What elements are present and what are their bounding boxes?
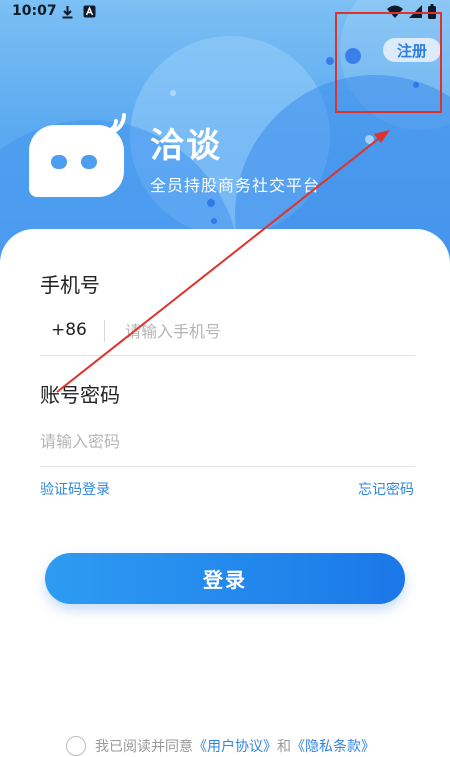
download-icon xyxy=(62,6,73,19)
app-name: 洽谈 xyxy=(150,126,222,166)
logo-eye xyxy=(81,155,97,169)
decor-dot xyxy=(365,135,374,144)
divider xyxy=(104,320,105,342)
country-code-selector[interactable]: +86 xyxy=(51,320,87,340)
phone-underline xyxy=(40,355,415,356)
status-time: 10:07 xyxy=(12,3,57,19)
password-input[interactable] xyxy=(40,428,410,454)
annotation-highlight-box xyxy=(335,12,442,113)
agree-checkbox[interactable] xyxy=(66,736,86,756)
app-slogan: 全员持股商务社交平台 xyxy=(150,176,321,195)
password-underline xyxy=(40,466,415,467)
login-button[interactable]: 登录 xyxy=(45,553,405,604)
decor-dot xyxy=(326,57,334,65)
decor-dot xyxy=(211,218,217,224)
agreement-and: 和 xyxy=(277,739,291,755)
sms-login-link[interactable]: 验证码登录 xyxy=(40,479,110,499)
agreement-row: 我已阅读并同意 《用户协议》 和 《隐私条款》 xyxy=(66,735,375,757)
logo-eye xyxy=(51,155,67,169)
agreement-prefix: 我已阅读并同意 xyxy=(95,739,193,755)
phone-label: 手机号 xyxy=(40,273,100,297)
password-label: 账号密码 xyxy=(40,383,120,407)
decor-dot xyxy=(207,199,215,207)
privacy-policy-link[interactable]: 《隐私条款》 xyxy=(291,736,375,756)
forgot-password-link[interactable]: 忘记密码 xyxy=(358,479,414,499)
decor-dot xyxy=(170,90,176,96)
user-agreement-link[interactable]: 《用户协议》 xyxy=(193,736,277,756)
phone-input[interactable] xyxy=(125,318,405,344)
notification-a-icon xyxy=(83,5,96,18)
signal-waves-icon xyxy=(104,113,126,135)
